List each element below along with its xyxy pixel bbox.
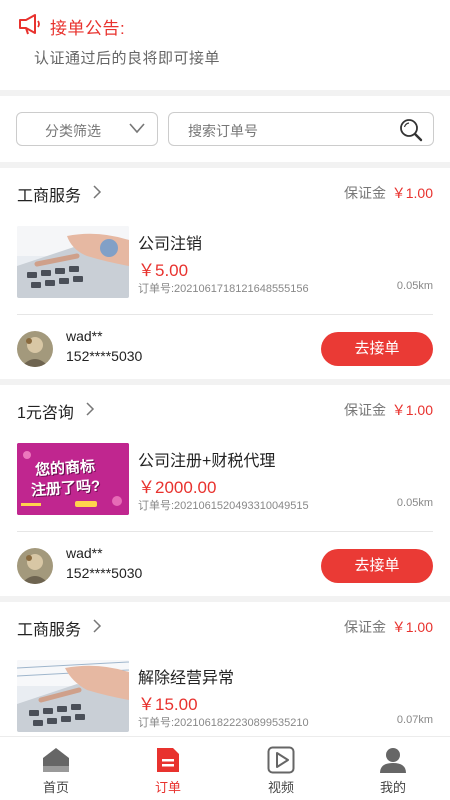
avatar[interactable] xyxy=(17,331,53,367)
order-price: ￥15.00 xyxy=(138,695,198,714)
tab-label: 订单 xyxy=(154,780,181,795)
tab-orders[interactable]: 订单 xyxy=(112,737,224,800)
order-card[interactable]: 工商服务 保证金 ￥1.00 解除经营异常 ￥15.00 订单号:2021061… xyxy=(0,602,450,736)
order-distance: 0.07km xyxy=(396,714,433,726)
search-placeholder: 搜索订单号 xyxy=(188,123,258,139)
order-distance: 0.05km xyxy=(396,497,433,509)
trademark-promo-thumbnail[interactable]: 您的商标 注册了吗? xyxy=(17,443,129,515)
video-icon xyxy=(267,746,295,774)
announcement-text: 认证通过后的良将即可接单 xyxy=(34,50,221,67)
search-icon[interactable] xyxy=(399,118,423,142)
order-card[interactable]: 工商服务 保证金 ￥1.00 公司注销 ￥5.00 订单号:2021061718… xyxy=(0,168,450,379)
deposit-label: 保证金 xyxy=(344,402,386,418)
filter-bar: 分类筛选 搜索订单号 xyxy=(0,96,450,162)
calculator-thumbnail[interactable] xyxy=(17,660,129,732)
customer-name: wad** xyxy=(66,328,103,344)
order-title: 公司注销 xyxy=(138,236,203,253)
tab-home[interactable]: 首页 xyxy=(0,737,112,800)
order-price: ￥5.00 xyxy=(138,261,189,280)
home-icon xyxy=(43,748,69,772)
order-card[interactable]: 1元咨询 保证金 ￥1.00 您的商标 注册了吗? 公司注册+财税代理 ￥200… xyxy=(0,385,450,596)
megaphone-icon xyxy=(19,14,40,35)
customer-name: wad** xyxy=(66,545,103,561)
chevron-right-icon xyxy=(93,619,102,633)
deposit-value: ￥1.00 xyxy=(391,185,433,201)
order-distance: 0.05km xyxy=(396,280,433,292)
chevron-down-icon xyxy=(129,123,145,134)
order-number: 订单号:202106152049331004​9515 xyxy=(138,500,309,512)
tab-label: 首页 xyxy=(42,780,69,795)
tab-label: 视频 xyxy=(267,780,294,795)
accept-order-button[interactable]: 去接单 xyxy=(321,332,433,366)
order-title: 公司注册+财税代理 xyxy=(138,453,276,470)
bottom-tab-bar: 首页 订单 视频 我的 xyxy=(0,736,450,800)
order-card-header[interactable]: 1元咨询 保证金 ￥1.00 xyxy=(0,385,450,435)
accept-order-button[interactable]: 去接单 xyxy=(321,549,433,583)
tab-label: 我的 xyxy=(379,780,406,795)
order-category: 1元咨询 xyxy=(17,405,74,422)
category-filter-label: 分类筛选 xyxy=(45,123,101,139)
announcement-title: 接单公告: xyxy=(50,19,126,38)
avatar[interactable] xyxy=(17,548,53,584)
order-title: 解除经营异常 xyxy=(138,670,235,687)
deposit-label: 保证金 xyxy=(344,185,386,201)
order-number: 订单号:202106182223089953​5210 xyxy=(138,717,309,729)
order-category: 工商服务 xyxy=(17,188,82,205)
divider xyxy=(17,531,433,532)
customer-phone: 152****5030 xyxy=(66,565,143,581)
customer-phone: 152****5030 xyxy=(66,348,143,364)
chevron-right-icon xyxy=(86,402,95,416)
announcement-banner: 接单公告: 认证通过后的良将即可接单 xyxy=(0,0,450,90)
tab-profile[interactable]: 我的 xyxy=(337,737,449,800)
chevron-right-icon xyxy=(93,185,102,199)
deposit-value: ￥1.00 xyxy=(391,619,433,635)
order-search-input[interactable]: 搜索订单号 xyxy=(168,112,434,146)
divider xyxy=(17,314,433,315)
deposit-label: 保证金 xyxy=(344,619,386,635)
order-icon xyxy=(157,748,179,772)
order-price: ￥2000.00 xyxy=(138,478,217,497)
order-number: 订单号:20210617181216485551​56 xyxy=(138,283,309,295)
calculator-thumbnail[interactable] xyxy=(17,226,129,298)
tab-video[interactable]: 视频 xyxy=(225,737,337,800)
order-card-header[interactable]: 工商服务 保证金 ￥1.00 xyxy=(0,168,450,218)
order-category: 工商服务 xyxy=(17,622,82,639)
category-filter-dropdown[interactable]: 分类筛选 xyxy=(16,112,158,146)
profile-icon xyxy=(380,748,406,773)
order-card-header[interactable]: 工商服务 保证金 ￥1.00 xyxy=(0,602,450,652)
deposit-value: ￥1.00 xyxy=(391,402,433,418)
